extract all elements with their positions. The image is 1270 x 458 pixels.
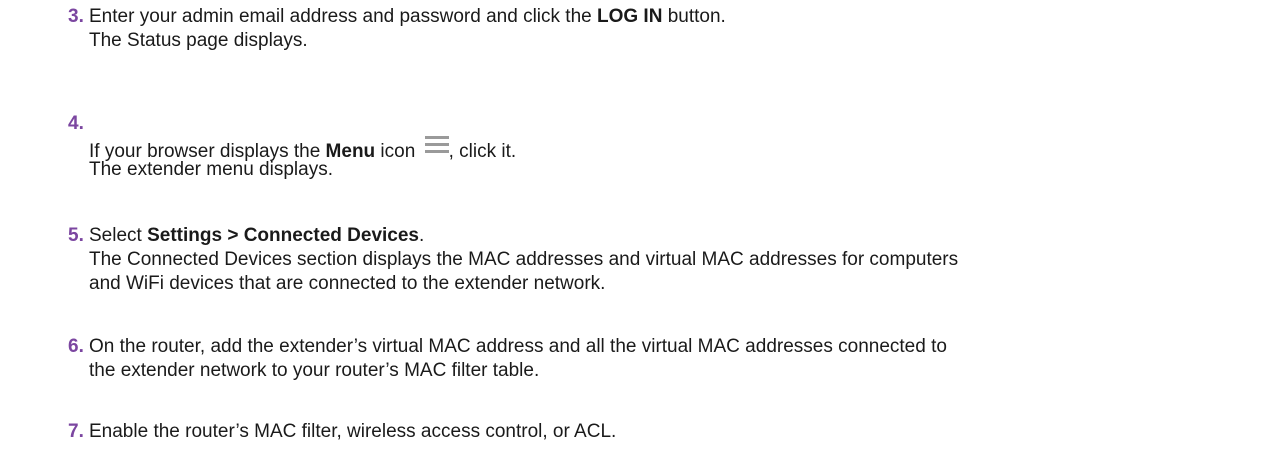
icon-label-text: icon (375, 141, 421, 162)
step-instruction: Enter your admin email address and passw… (89, 5, 726, 29)
instruction-text-end: . (419, 225, 425, 246)
instruction-text: Select (89, 225, 148, 246)
log-in-label: LOG IN (596, 6, 663, 27)
step-instruction: Select Settings > Connected Devices. (89, 224, 424, 248)
step-instruction-line-2: the extender network to your router’s MA… (89, 360, 540, 381)
step-number: 3. (68, 6, 84, 27)
step-number: 6. (68, 336, 84, 357)
menu-icon (424, 134, 449, 154)
step-number: 7. (68, 421, 84, 442)
step-result-line-1: The Connected Devices section displays t… (89, 249, 959, 270)
instruction-text-end: button. (662, 6, 726, 27)
step-result-line-2: and WiFi devices that are connected to t… (89, 273, 606, 294)
step-result: The Status page displays. (89, 30, 308, 51)
step-instruction-line-1: On the router, add the extender’s virtua… (89, 336, 947, 357)
step-result: The extender menu displays. (89, 159, 333, 180)
settings-path-label: Settings > Connected Devices (147, 225, 419, 246)
step-instruction: Enable the router’s MAC filter, wireless… (89, 421, 617, 442)
instruction-text: Enter your admin email address and passw… (89, 6, 597, 27)
step-number: 5. (68, 225, 84, 246)
instruction-text-end: , click it. (448, 141, 517, 162)
menu-label: Menu (325, 141, 376, 162)
step-number: 4. (68, 113, 84, 134)
